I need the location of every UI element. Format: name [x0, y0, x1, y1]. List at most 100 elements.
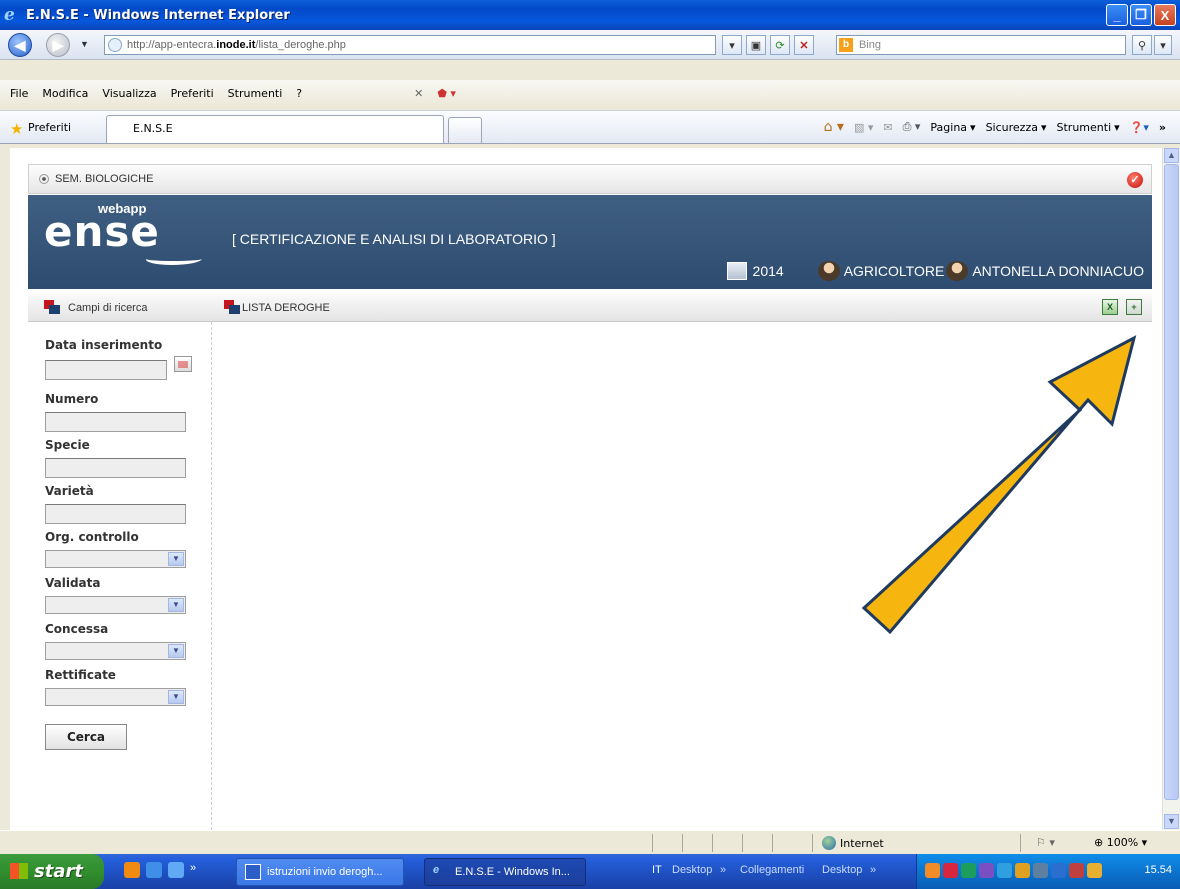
network-icon[interactable]	[1051, 863, 1066, 878]
search-options-icon[interactable]: ▾	[1154, 35, 1172, 55]
tray-app-icon[interactable]	[1069, 863, 1084, 878]
security-shield-icon[interactable]	[1087, 863, 1102, 878]
label-rettificate: Rettificate	[45, 668, 116, 682]
print-icon[interactable]: ⎙ ▾	[903, 120, 921, 134]
ie-logo-icon: e	[4, 5, 15, 25]
specie-field[interactable]	[45, 458, 186, 478]
varieta-field[interactable]	[45, 504, 186, 524]
chevron-down-icon: ▼	[168, 644, 184, 658]
task-word[interactable]: istruzioni invio derogh...	[236, 858, 404, 886]
user-icon	[946, 261, 969, 281]
minimize-button[interactable]: _	[1106, 4, 1128, 26]
menu-visualizza[interactable]: Visualizza	[102, 87, 156, 100]
window-titlebar: e E.N.S.E - Windows Internet Explorer _ …	[0, 0, 1180, 30]
new-record-icon[interactable]: +	[1126, 299, 1142, 315]
menu-modifica[interactable]: Modifica	[42, 87, 88, 100]
stop-icon[interactable]: ✕	[794, 35, 814, 55]
ie-quicklaunch-icon[interactable]	[146, 862, 162, 878]
menu-preferiti[interactable]: Preferiti	[171, 87, 214, 100]
export-excel-icon[interactable]: X	[1102, 299, 1118, 315]
quick-launch: »	[124, 862, 196, 878]
tools-menu[interactable]: Strumenti ▾	[1057, 121, 1120, 134]
chevron-more-icon[interactable]: »	[720, 864, 726, 876]
tray-app-icon[interactable]	[979, 863, 994, 878]
tray-app-icon[interactable]	[997, 863, 1012, 878]
scroll-thumb[interactable]	[1164, 164, 1179, 800]
compat-view-icon[interactable]: ▣	[746, 35, 766, 55]
close-button[interactable]: X	[1154, 4, 1176, 26]
addon-icon[interactable]: ⬟ ▾	[437, 87, 456, 100]
back-button[interactable]: ◀	[8, 33, 32, 57]
chevron-more-icon[interactable]: »	[190, 862, 196, 878]
security-menu[interactable]: Sicurezza ▾	[986, 121, 1047, 134]
chevron-more-icon[interactable]: »	[1159, 121, 1166, 134]
task-ie[interactable]: e E.N.S.E - Windows In...	[424, 858, 586, 886]
desktop-icon[interactable]	[168, 862, 184, 878]
zoom-level[interactable]: ⊕ 100% ▾	[1094, 836, 1147, 849]
search-fields-label[interactable]: Campi di ricerca	[68, 302, 147, 314]
list-icon	[224, 300, 240, 314]
chevron-more-icon[interactable]: »	[870, 864, 876, 876]
search-icon[interactable]: ⚲	[1132, 35, 1152, 55]
menu-file[interactable]: File	[10, 87, 28, 100]
vertical-scrollbar[interactable]: ▲ ▼	[1162, 148, 1180, 830]
mail-icon[interactable]: ✉	[883, 121, 892, 134]
data-inserimento-field[interactable]	[45, 360, 167, 380]
validata-select[interactable]: ▼	[45, 596, 186, 614]
protected-mode-icon[interactable]: ⚐ ▾	[1036, 836, 1055, 849]
address-dropdown-icon[interactable]: ▾	[722, 35, 742, 55]
tray-app-icon[interactable]	[925, 863, 940, 878]
command-bar: ⌂ ▾ ▧ ▾ ✉ ⎙ ▾ Pagina ▾ Sicurezza ▾ Strum…	[824, 119, 1180, 135]
maximize-button[interactable]: ❐	[1130, 4, 1152, 26]
chevron-down-icon: ▼	[168, 690, 184, 704]
concessa-select[interactable]: ▼	[45, 642, 186, 660]
module-radio-icon[interactable]	[39, 174, 49, 184]
favorites-star-icon[interactable]: ★	[10, 120, 23, 138]
scroll-down-icon[interactable]: ▼	[1164, 814, 1179, 829]
status-bar: Internet ⚐ ▾ ⊕ 100% ▾	[0, 830, 1180, 854]
volume-icon[interactable]	[1033, 863, 1048, 878]
links-toolbar[interactable]: Collegamenti	[740, 864, 804, 876]
desktop-toolbar[interactable]: Desktop	[672, 864, 712, 876]
clock[interactable]: 15.54	[1144, 864, 1172, 876]
bing-logo-icon: b	[839, 38, 853, 52]
start-button[interactable]: start	[0, 854, 104, 889]
tab-ense[interactable]: E.N.S.E	[106, 115, 444, 143]
search-sidebar: Data inserimento Numero Specie Varietà O…	[28, 322, 212, 830]
tray-app-icon[interactable]	[943, 863, 958, 878]
search-input[interactable]: b Bing	[836, 35, 1126, 55]
favorites-bar: ★ Preferiti E.N.S.E ⌂ ▾ ▧ ▾ ✉ ⎙ ▾ Pagina…	[0, 110, 1180, 144]
close-toolbar-icon[interactable]: ✕	[414, 87, 423, 100]
menu-strumenti[interactable]: Strumenti	[228, 87, 283, 100]
feeds-icon[interactable]: ▧ ▾	[854, 121, 873, 134]
history-dropdown-icon[interactable]: ▼	[80, 39, 89, 49]
role-icon	[817, 261, 840, 281]
new-tab-button[interactable]	[448, 117, 482, 143]
date-picker-icon[interactable]	[174, 356, 192, 372]
page-menu[interactable]: Pagina ▾	[930, 121, 975, 134]
label-concessa: Concessa	[45, 622, 109, 636]
help-icon[interactable]: ❓▾	[1130, 121, 1149, 134]
label-org-controllo: Org. controllo	[45, 530, 139, 544]
forward-button[interactable]: ▶	[46, 33, 70, 57]
tray-app-icon[interactable]	[1015, 863, 1030, 878]
numero-field[interactable]	[45, 412, 186, 432]
org-controllo-select[interactable]: ▼	[45, 550, 186, 568]
tray-app-icon[interactable]	[961, 863, 976, 878]
page-icon	[108, 38, 122, 52]
desktop-toolbar-2[interactable]: Desktop	[822, 864, 862, 876]
refresh-icon[interactable]: ⟳	[770, 35, 790, 55]
scroll-up-icon[interactable]: ▲	[1164, 148, 1179, 163]
menu-help[interactable]: ?	[296, 87, 302, 100]
search-button[interactable]: Cerca	[45, 724, 127, 750]
home-icon[interactable]: ⌂ ▾	[824, 119, 844, 135]
rettificate-select[interactable]: ▼	[45, 688, 186, 706]
address-input[interactable]: http://app-entecra.inode.it/lista_derogh…	[104, 35, 716, 55]
favorites-button[interactable]: Preferiti	[28, 121, 71, 134]
language-indicator[interactable]: IT	[652, 864, 662, 876]
logout-icon[interactable]: ✓	[1127, 172, 1143, 188]
label-varieta: Varietà	[45, 484, 94, 498]
chevron-down-icon: ▼	[168, 552, 184, 566]
outlook-icon[interactable]	[124, 862, 140, 878]
app-tagline: [ CERTIFICAZIONE E ANALISI DI LABORATORI…	[232, 231, 556, 247]
